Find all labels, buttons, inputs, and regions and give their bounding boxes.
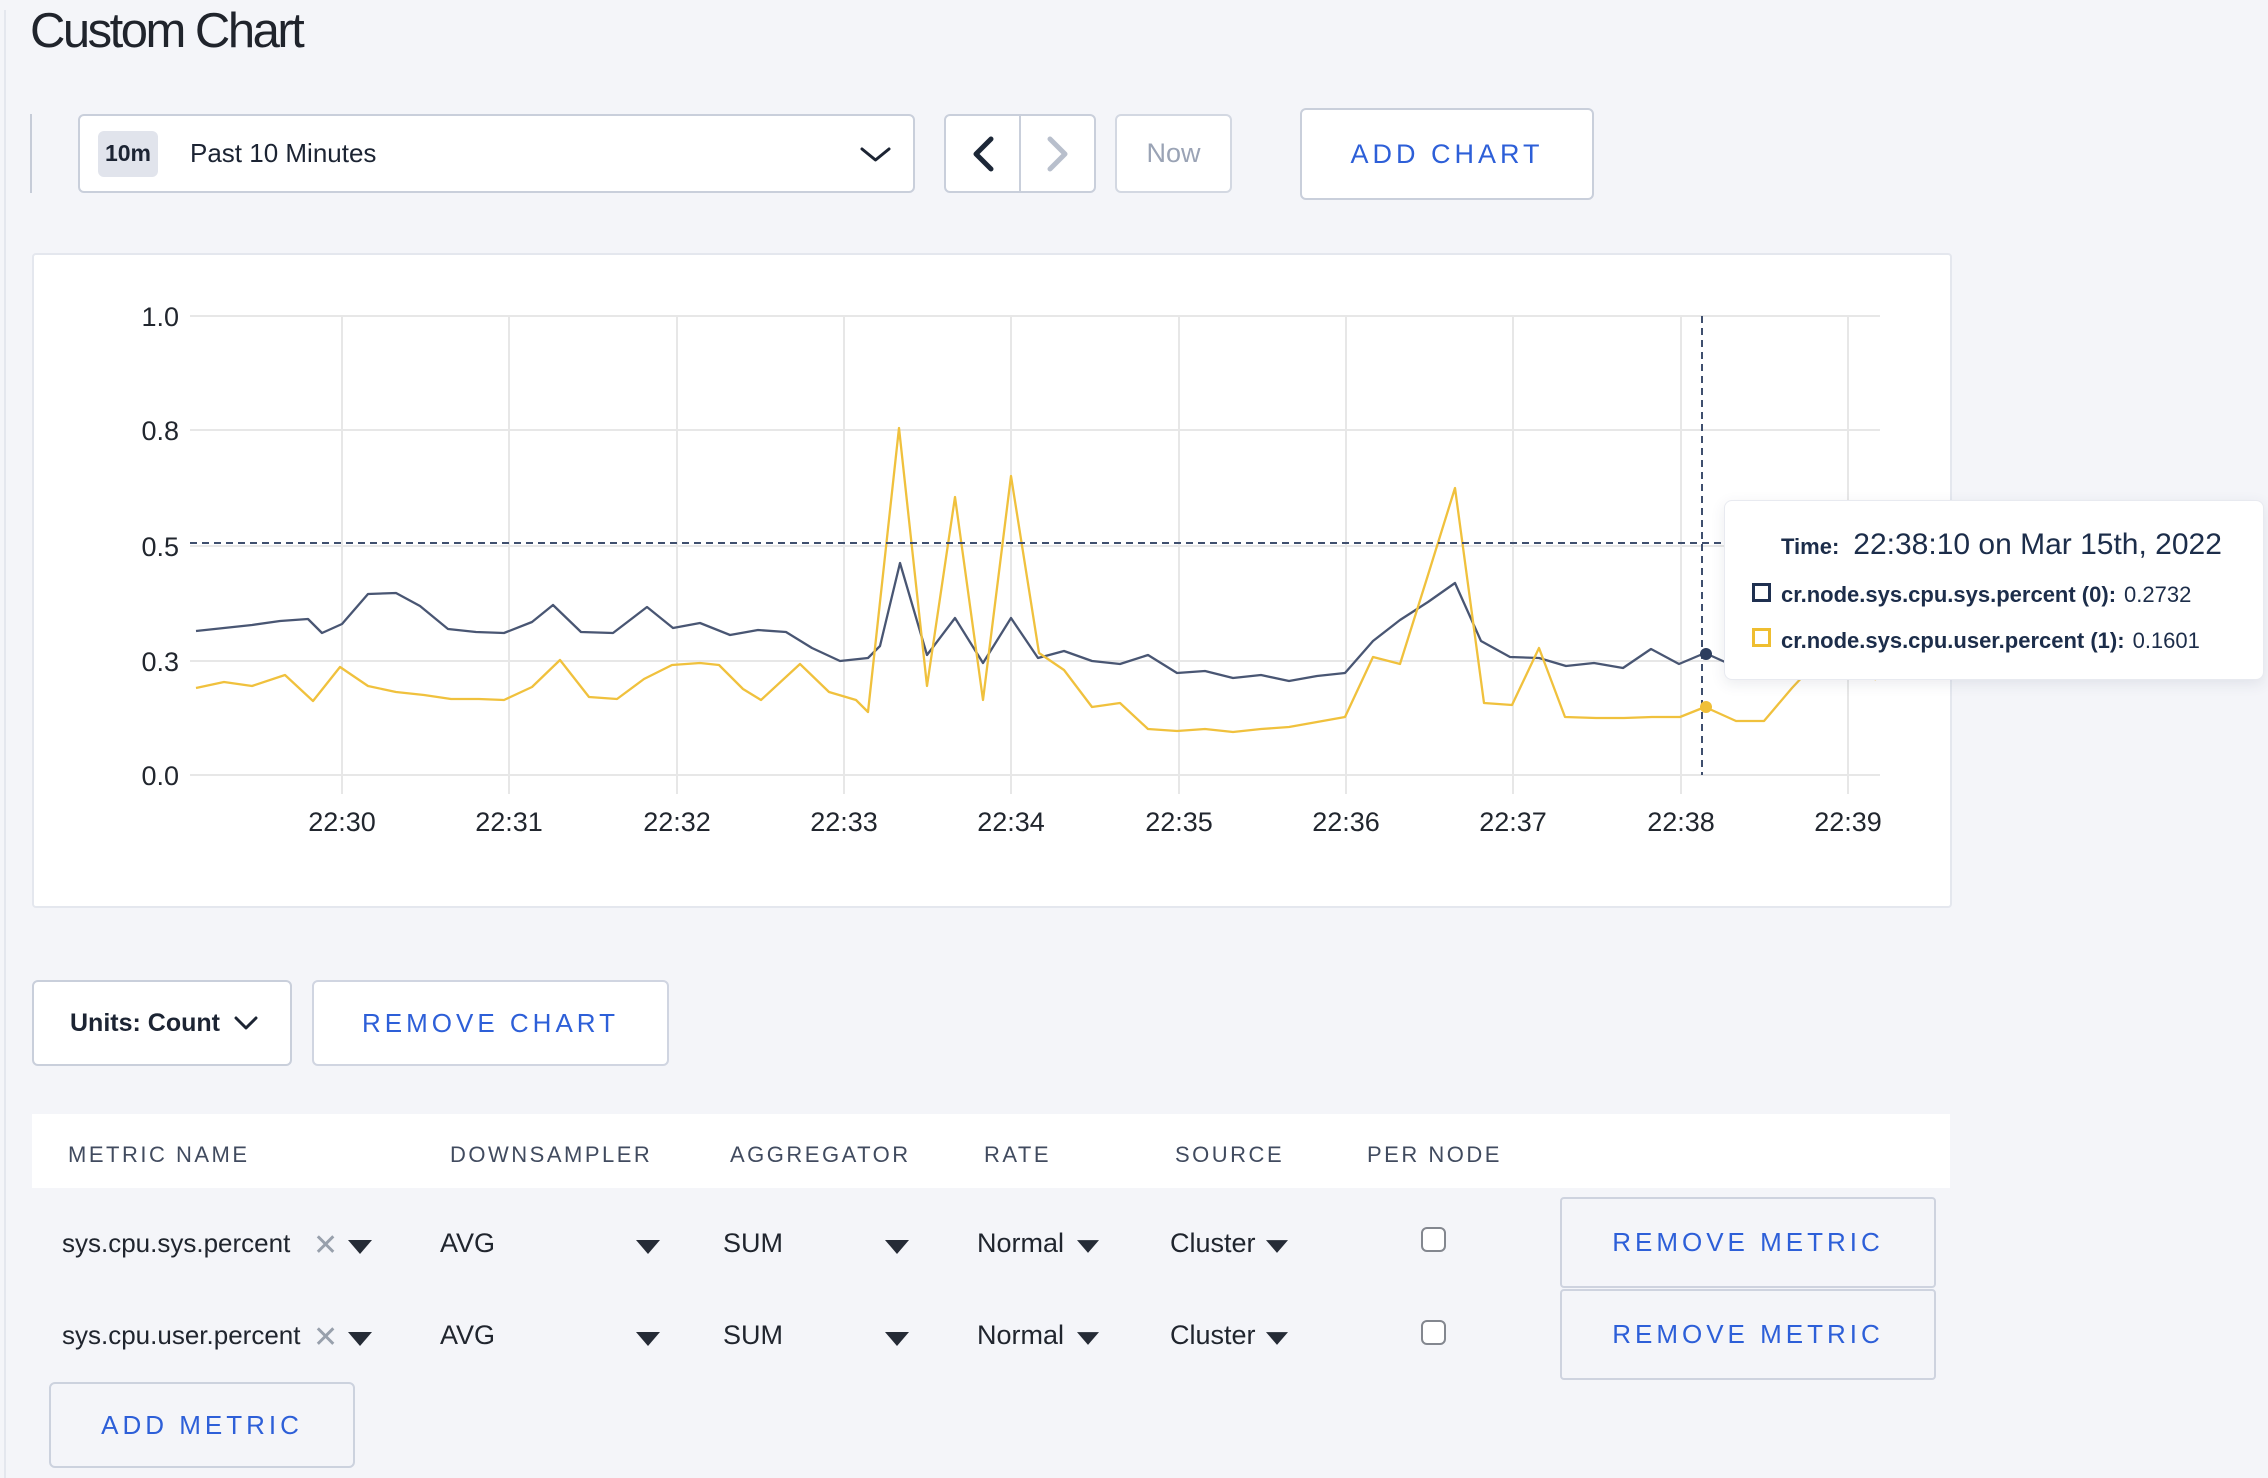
svg-text:22:38: 22:38 bbox=[1647, 807, 1715, 837]
svg-text:1.0: 1.0 bbox=[141, 302, 179, 332]
svg-text:0.8: 0.8 bbox=[141, 416, 179, 446]
svg-text:22:30: 22:30 bbox=[308, 807, 376, 837]
svg-text:0.0: 0.0 bbox=[141, 761, 179, 791]
svg-text:22:35: 22:35 bbox=[1145, 807, 1213, 837]
svg-text:22:34: 22:34 bbox=[977, 807, 1045, 837]
svg-text:22:37: 22:37 bbox=[1479, 807, 1547, 837]
svg-text:22:32: 22:32 bbox=[643, 807, 711, 837]
svg-text:22:33: 22:33 bbox=[810, 807, 878, 837]
svg-text:0.3: 0.3 bbox=[141, 647, 179, 677]
svg-text:22:36: 22:36 bbox=[1312, 807, 1380, 837]
svg-text:22:31: 22:31 bbox=[475, 807, 543, 837]
svg-text:22:39: 22:39 bbox=[1814, 807, 1882, 837]
svg-text:0.5: 0.5 bbox=[141, 532, 179, 562]
